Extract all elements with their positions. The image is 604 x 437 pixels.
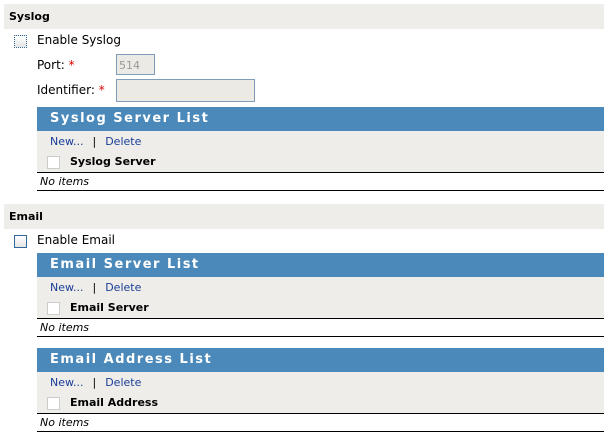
select-all-checkbox[interactable] bbox=[47, 301, 60, 315]
email-server-list: Email Server List New... | Delete Email Se… bbox=[37, 253, 604, 337]
empty-row: No items bbox=[37, 414, 604, 432]
enable-email-label: Enable Email bbox=[37, 233, 115, 247]
list-title: Email Server List bbox=[37, 253, 604, 277]
column-header: Email Address bbox=[37, 393, 604, 414]
select-all-checkbox[interactable] bbox=[47, 155, 60, 169]
column-label: Email Server bbox=[70, 301, 149, 314]
identifier-label: Identifier: * bbox=[37, 83, 105, 97]
identifier-input[interactable] bbox=[116, 79, 255, 102]
column-header: Syslog Server bbox=[37, 152, 604, 173]
list-title: Email Address List bbox=[37, 348, 604, 372]
new-button[interactable]: New... bbox=[50, 135, 83, 148]
port-label-text: Port: bbox=[37, 58, 65, 72]
column-label: Email Address bbox=[70, 396, 159, 409]
separator: | bbox=[92, 135, 97, 148]
separator: | bbox=[92, 281, 97, 294]
enable-syslog-label: Enable Syslog bbox=[37, 33, 121, 47]
delete-button[interactable]: Delete bbox=[105, 135, 141, 148]
delete-button[interactable]: Delete bbox=[105, 281, 141, 294]
new-button[interactable]: New... bbox=[50, 376, 83, 389]
required-mark: * bbox=[68, 58, 75, 72]
delete-button[interactable]: Delete bbox=[105, 376, 141, 389]
list-toolbar: New... | Delete bbox=[37, 277, 604, 298]
port-label: Port: * bbox=[37, 58, 75, 72]
new-button[interactable]: New... bbox=[50, 281, 83, 294]
email-section-header: Email bbox=[4, 204, 604, 229]
separator: | bbox=[92, 376, 97, 389]
empty-row: No items bbox=[37, 319, 604, 337]
list-title: Syslog Server List bbox=[37, 107, 604, 131]
port-input[interactable]: 514 bbox=[116, 54, 155, 75]
identifier-label-text: Identifier: bbox=[37, 83, 95, 97]
column-header: Email Server bbox=[37, 298, 604, 319]
required-mark: * bbox=[98, 83, 105, 97]
syslog-section-header: Syslog bbox=[4, 4, 604, 29]
enable-email-checkbox[interactable] bbox=[14, 235, 27, 248]
select-all-checkbox[interactable] bbox=[47, 396, 60, 410]
syslog-server-list: Syslog Server List New... | Delete Syslog … bbox=[37, 107, 604, 191]
list-toolbar: New... | Delete bbox=[37, 131, 604, 152]
empty-row: No items bbox=[37, 173, 604, 191]
list-toolbar: New... | Delete bbox=[37, 372, 604, 393]
email-address-list: Email Address List New... | Delete Email A… bbox=[37, 348, 604, 432]
enable-syslog-checkbox[interactable] bbox=[14, 35, 27, 48]
column-label: Syslog Server bbox=[70, 155, 156, 168]
